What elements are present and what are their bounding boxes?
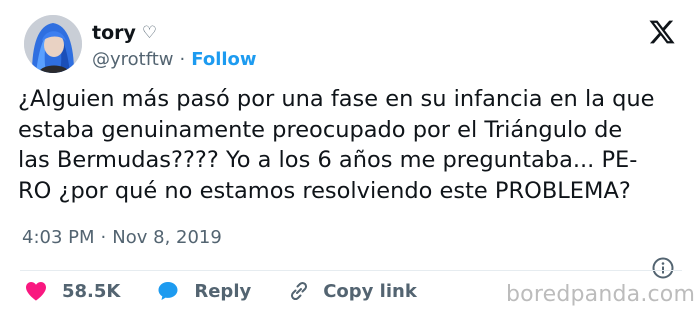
heart-outline-icon: ♡ <box>141 23 158 43</box>
tweet-text-line: ¿Alguien más pasó por una fase en su inf… <box>18 86 655 112</box>
copy-link-button[interactable]: Copy link <box>287 279 417 303</box>
divider <box>20 270 682 271</box>
like-button[interactable]: 58.5K <box>24 279 120 303</box>
tweet-time: 4:03 PM <box>22 227 95 248</box>
heart-icon <box>26 282 46 301</box>
copy-link-label: Copy link <box>323 280 417 302</box>
info-icon[interactable] <box>651 256 675 280</box>
tweet-timestamp[interactable]: 4:03 PM · Nov 8, 2019 <box>22 227 222 248</box>
tweet-date: Nov 8, 2019 <box>112 227 222 248</box>
follow-button[interactable]: Follow <box>191 49 256 70</box>
tweet-text-line: estaba genuinamente preocupado por el Tr… <box>18 116 623 143</box>
likes-count: 58.5K <box>62 280 121 302</box>
avatar[interactable] <box>24 15 82 73</box>
author-handle[interactable]: @yrotftw <box>92 49 174 70</box>
reply-label: Reply <box>194 280 252 302</box>
tweet-card: tory ♡ @yrotftw · Follow ¿Alguien más pa… <box>0 0 700 318</box>
tweet-text: ¿Alguien más pasó por una fase en su inf… <box>18 84 690 206</box>
author-handle-row: @yrotftw · Follow <box>92 49 257 70</box>
tweet-text-line: las Bermudas???? Yo a los 6 años me preg… <box>18 147 638 173</box>
tweet-actions: 58.5K Reply Copy link <box>24 278 417 304</box>
x-logo-icon[interactable] <box>648 18 676 46</box>
separator-dot: · <box>100 227 107 248</box>
tweet-text-line: RO ¿por qué no estamos resolviendo este … <box>18 177 631 204</box>
reply-button[interactable]: Reply <box>156 279 251 303</box>
link-icon <box>291 281 308 301</box>
reply-bubble-icon <box>158 282 178 300</box>
author-name-row: tory ♡ <box>92 22 157 44</box>
watermark: boredpanda.com <box>506 282 696 307</box>
separator-dot: · <box>179 49 186 70</box>
author-name[interactable]: tory <box>92 22 136 44</box>
